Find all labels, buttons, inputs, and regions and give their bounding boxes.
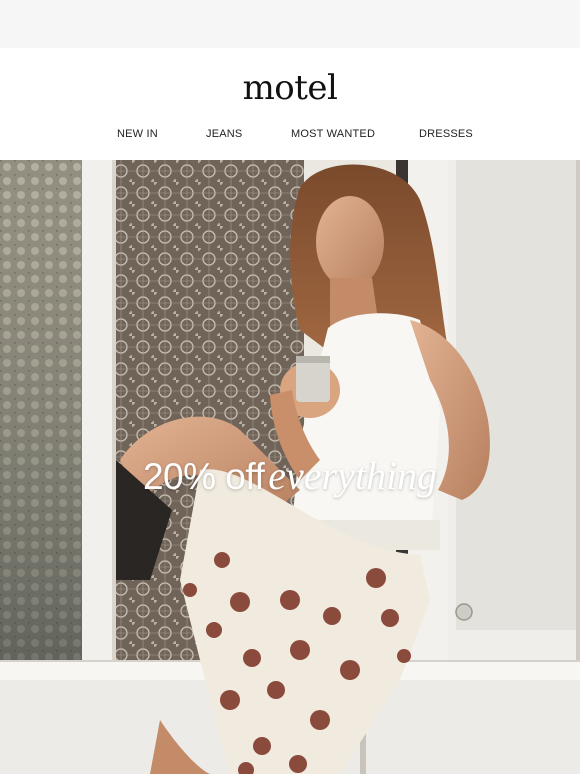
top-spacer	[0, 0, 580, 48]
nav-item-jeans[interactable]: JEANS	[206, 128, 242, 140]
motel-logo[interactable]: motel	[0, 68, 580, 108]
email-header: motel NEW IN JEANS MOST WANTED DRESSES	[0, 48, 580, 160]
nav-item-new-in[interactable]: NEW IN	[117, 128, 158, 140]
headline-emphasis: everything	[268, 453, 438, 498]
headline-lead: 20% off	[142, 456, 265, 497]
nav-item-most-wanted[interactable]: MOST WANTED	[291, 128, 375, 140]
hero-banner[interactable]: 20% off everything	[0, 160, 580, 774]
main-nav: NEW IN JEANS MOST WANTED DRESSES	[0, 128, 580, 144]
hero-headline: 20% off everything	[0, 452, 580, 499]
nav-item-dresses[interactable]: DRESSES	[419, 128, 473, 140]
